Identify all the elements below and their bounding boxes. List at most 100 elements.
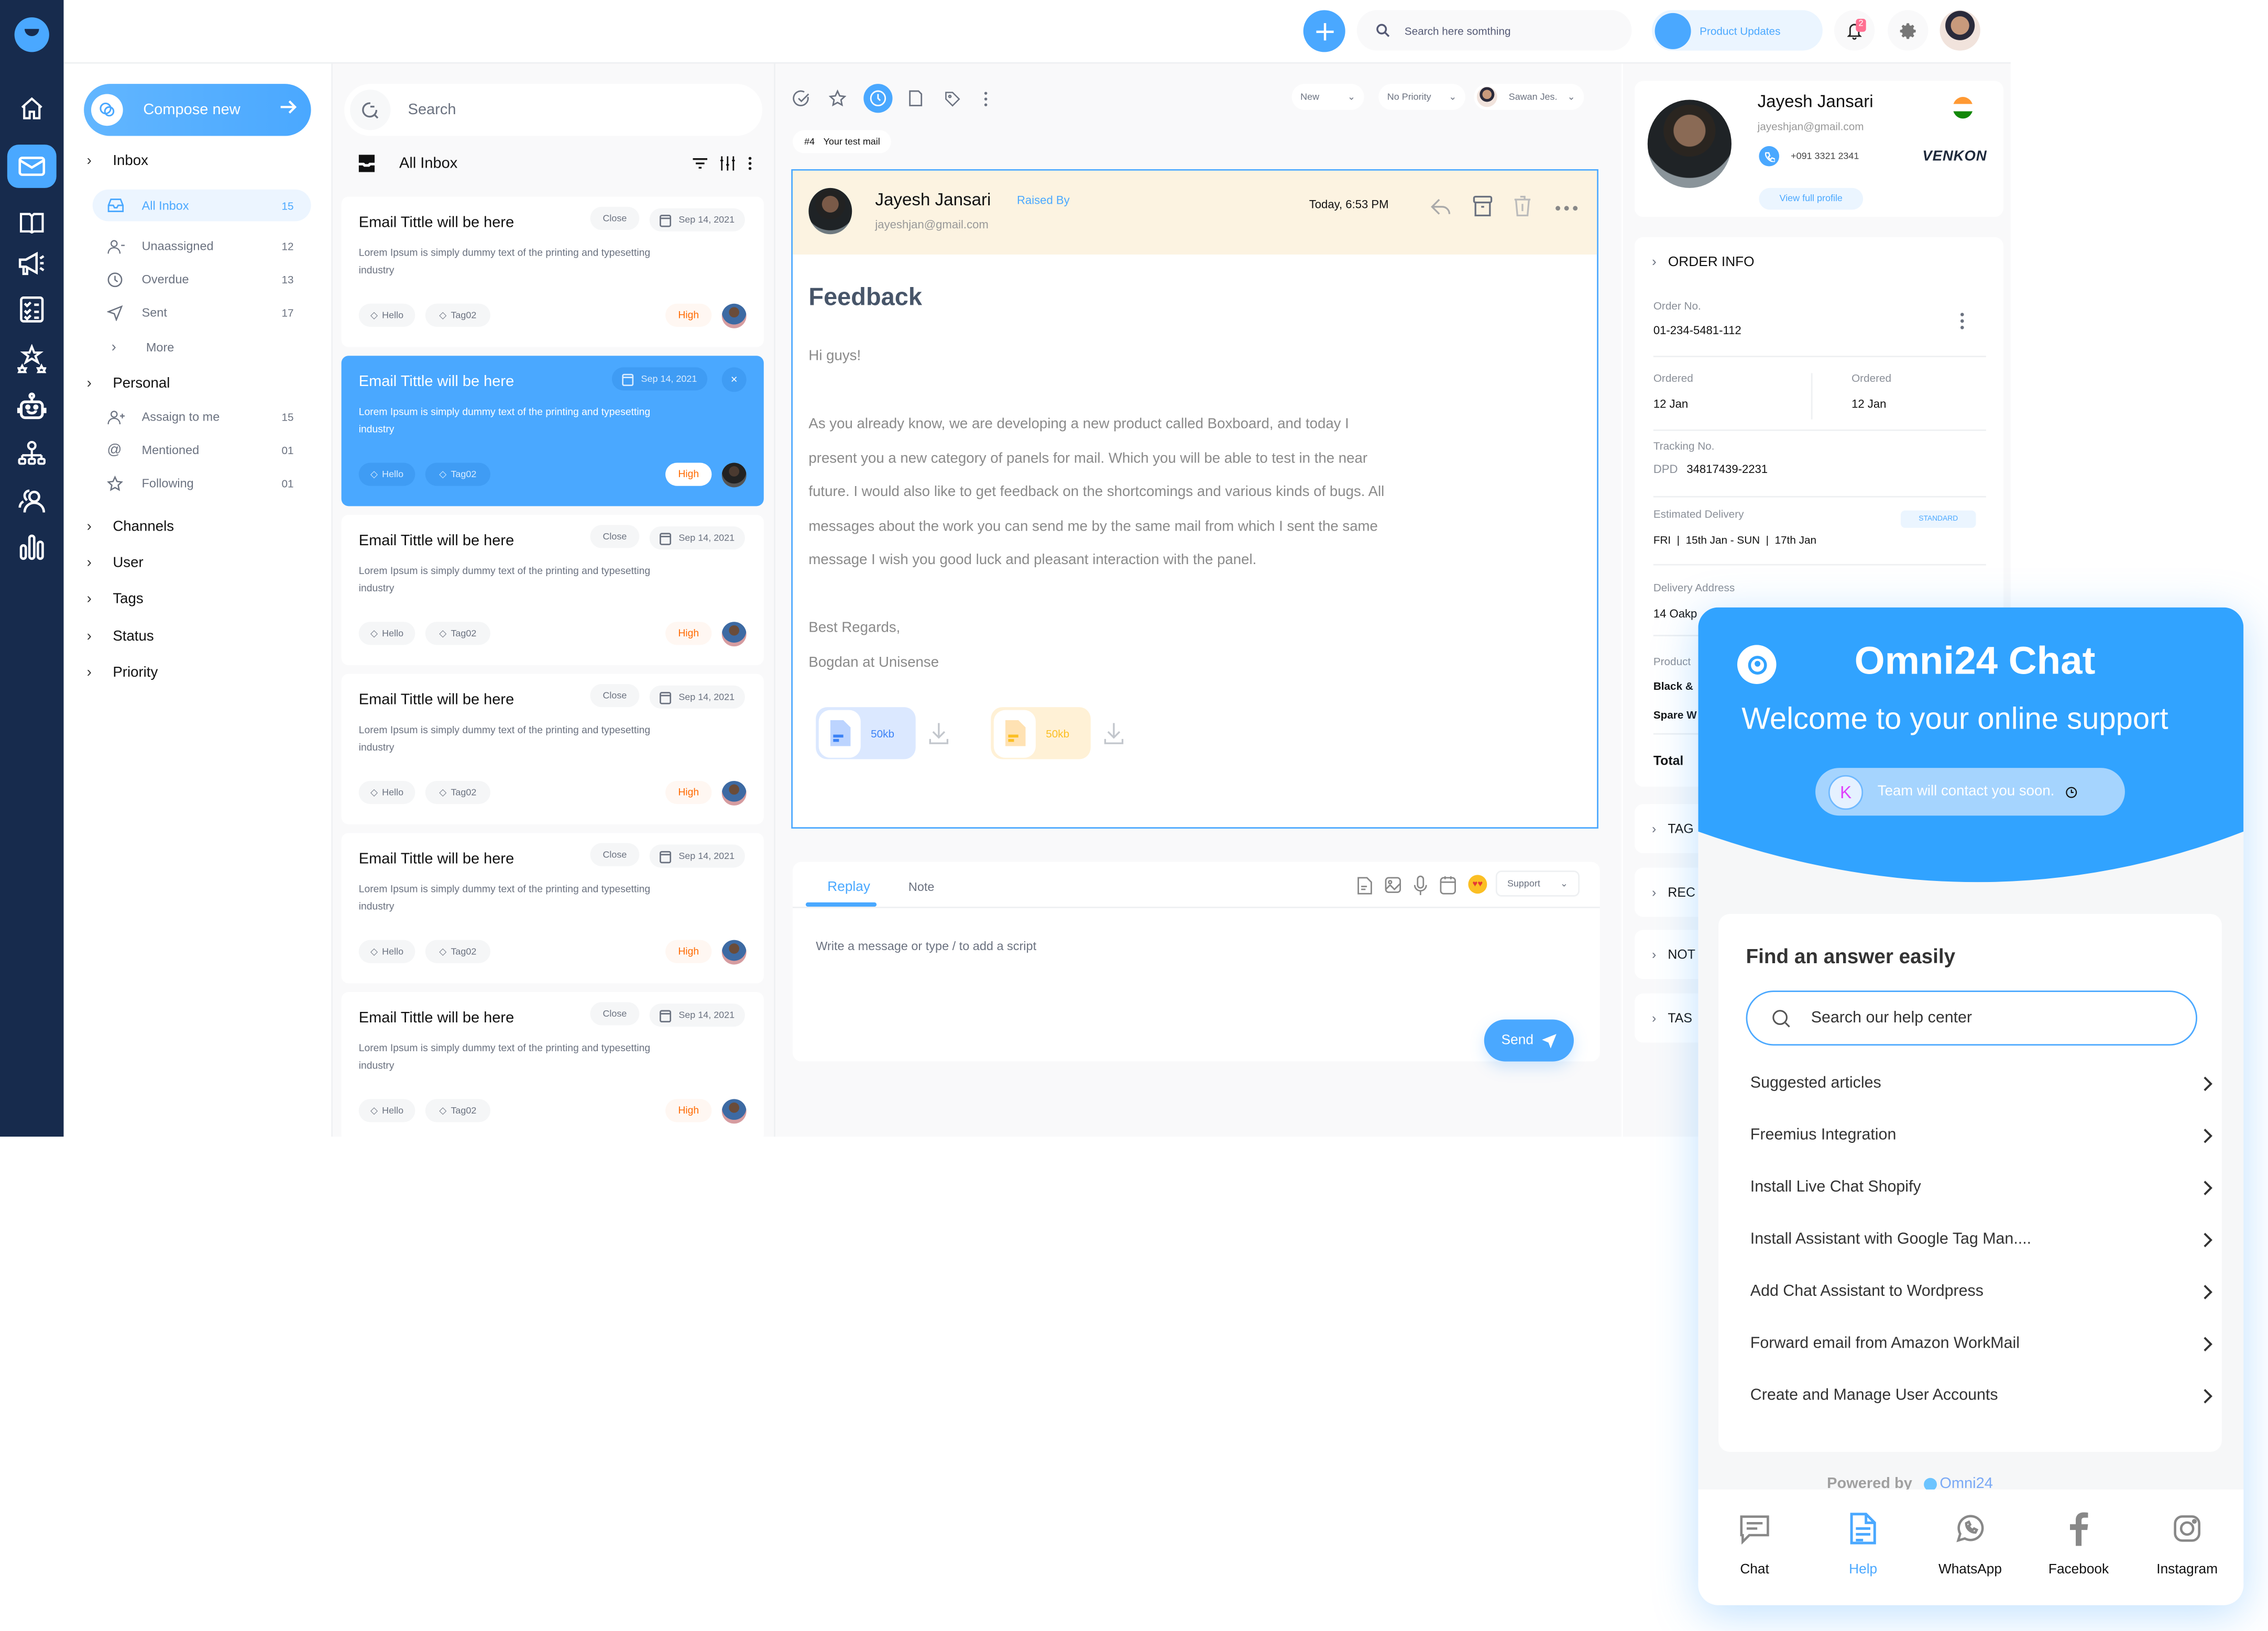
nav-item-all-inbox[interactable]: All Inbox 15 (92, 189, 311, 222)
email-status-badge[interactable]: Close (590, 843, 640, 866)
sender-avatar[interactable] (808, 188, 852, 235)
tab-chat[interactable]: Chat (1703, 1507, 1807, 1578)
email-search-input[interactable]: Search (344, 84, 763, 136)
tag-chip[interactable]: ◇ Tag02 (425, 622, 490, 645)
priority-dropdown[interactable]: No Priority ⌄ (1378, 84, 1465, 110)
emoji-icon[interactable]: ♥♥ (1468, 875, 1487, 894)
book-icon[interactable] (15, 205, 49, 240)
checklist-icon[interactable] (15, 292, 49, 327)
document-icon[interactable] (1357, 876, 1373, 895)
email-card[interactable]: Email Tittle will be here Lorem Ipsum is … (341, 992, 764, 1143)
view-full-profile-button[interactable]: View full profile (1759, 188, 1864, 210)
global-search-input[interactable]: Search here somthing (1356, 10, 1632, 51)
nav-group-status[interactable]: › Status (87, 629, 154, 645)
help-article-link[interactable]: Create and Manage User Accounts (1750, 1387, 2214, 1404)
assignee-avatar[interactable] (721, 622, 747, 647)
tag-chip[interactable]: ◇ Tag02 (425, 462, 490, 486)
email-card[interactable]: Email Tittle will be here Lorem Ipsum is … (341, 356, 764, 506)
tab-whatsapp[interactable]: WhatsApp (1918, 1507, 2022, 1578)
help-article-link[interactable]: Install Assistant with Google Tag Man...… (1750, 1231, 2214, 1248)
mail-icon[interactable] (7, 145, 57, 188)
assignee-avatar[interactable] (721, 462, 747, 488)
phone-icon[interactable] (1759, 146, 1780, 167)
tag-chip[interactable]: ◇ Tag02 (425, 940, 490, 963)
home-icon[interactable] (15, 91, 49, 126)
settings-button[interactable] (1888, 10, 1929, 51)
sender-name[interactable]: Jayesh Jansari (875, 190, 991, 210)
product-updates-button[interactable]: Product Updates (1652, 10, 1823, 51)
tab-instagram[interactable]: Instagram (2135, 1507, 2239, 1578)
email-card[interactable]: Email Tittle will be here Lorem Ipsum is … (341, 514, 764, 666)
reply-icon[interactable] (1431, 196, 1451, 217)
microphone-icon[interactable] (1413, 875, 1428, 896)
tracking-number[interactable]: 34817439-2231 (1686, 463, 1768, 476)
nav-item-mentioned[interactable]: @ Mentioned 01 (93, 434, 311, 466)
archive-icon[interactable] (1473, 195, 1493, 217)
help-search-input[interactable]: Search our help center (1746, 990, 2197, 1046)
tag-chip[interactable]: ◇ Tag02 (425, 1099, 490, 1122)
more-vertical-icon[interactable] (1960, 312, 1964, 329)
users-icon[interactable] (15, 483, 49, 517)
tag-icon[interactable] (940, 87, 963, 110)
tag-chip[interactable]: ◇ Tag02 (425, 303, 490, 327)
close-icon[interactable]: × (721, 367, 747, 392)
nav-group-user[interactable]: › User (87, 555, 144, 571)
assignee-avatar[interactable] (721, 303, 747, 328)
filter-icon[interactable] (693, 158, 708, 169)
email-card[interactable]: Email Tittle will be here Lorem Ipsum is … (341, 833, 764, 984)
notifications-button[interactable]: 2 (1834, 10, 1875, 51)
nav-item-more[interactable]: › More (93, 331, 311, 363)
help-article-link[interactable]: Freemius Integration (1750, 1127, 2214, 1144)
app-logo[interactable] (14, 17, 49, 52)
archive-note-icon[interactable] (904, 87, 927, 110)
snooze-clock-icon[interactable] (863, 84, 893, 113)
email-status-badge[interactable]: Close (590, 684, 640, 708)
user-avatar[interactable] (1940, 10, 1980, 51)
tab-note[interactable]: Note (908, 879, 935, 894)
nav-group-personal[interactable]: › Personal (87, 376, 170, 392)
order-info-header[interactable]: › ORDER INFO (1652, 255, 1755, 270)
assignee-dropdown[interactable]: Sawan Jes. ⌄ (1474, 84, 1584, 110)
tag-chip[interactable]: ◇ Hello (358, 940, 415, 963)
mark-done-icon[interactable] (790, 87, 813, 110)
tab-help[interactable]: Help (1811, 1507, 1915, 1578)
hierarchy-icon[interactable] (15, 437, 49, 471)
stars-icon[interactable] (15, 341, 49, 376)
nav-item-following[interactable]: Following 01 (93, 467, 311, 499)
bar-chart-icon[interactable] (15, 530, 49, 564)
status-dropdown[interactable]: New ⌄ (1291, 84, 1364, 110)
attachment-2[interactable]: 50kb (991, 707, 1091, 759)
nav-group-inbox[interactable]: › Inbox (87, 153, 148, 169)
tag-chip[interactable]: ◇ Hello (358, 303, 415, 327)
tag-chip[interactable]: ◇ Hello (358, 780, 415, 805)
nav-group-channels[interactable]: › Channels (87, 519, 174, 535)
compose-new-button[interactable]: Compose new (84, 84, 311, 136)
suggested-articles-row[interactable]: Suggested articles (1750, 1074, 2214, 1092)
email-card[interactable]: Email Tittle will be here Lorem Ipsum is … (341, 674, 764, 824)
nav-item-assign-to-me[interactable]: Assaign to me 15 (93, 401, 311, 433)
tag-chip[interactable]: ◇ Hello (358, 622, 415, 645)
tag-chip[interactable]: ◇ Tag02 (425, 780, 490, 805)
tag-chip[interactable]: ◇ Hello (358, 1099, 415, 1122)
star-icon[interactable] (826, 87, 849, 110)
tab-replay[interactable]: Replay (827, 879, 870, 895)
nav-item-overdue[interactable]: Overdue 13 (93, 263, 311, 295)
assignee-avatar[interactable] (721, 1099, 747, 1124)
more-horizontal-icon[interactable] (1555, 205, 1578, 211)
more-vertical-icon[interactable] (748, 156, 752, 171)
sliders-icon[interactable] (720, 156, 735, 171)
nav-group-priority[interactable]: › Priority (87, 665, 158, 681)
help-article-link[interactable]: Install Live Chat Shopify (1750, 1178, 2214, 1196)
image-icon[interactable] (1384, 876, 1401, 894)
assignee-avatar[interactable] (721, 780, 747, 806)
trash-icon[interactable] (1513, 195, 1532, 217)
help-article-link[interactable]: Forward email from Amazon WorkMail (1750, 1335, 2214, 1352)
email-status-badge[interactable]: Close (590, 525, 640, 548)
reply-input[interactable]: Write a message or type / to add a scrip… (816, 939, 1036, 953)
nav-group-tags[interactable]: › Tags (87, 591, 144, 607)
tab-facebook[interactable]: Facebook (2026, 1507, 2131, 1578)
email-status-badge[interactable]: Close (590, 206, 640, 230)
team-select[interactable]: Support ⌄ (1495, 870, 1580, 897)
calendar-icon[interactable] (1439, 875, 1456, 895)
email-card[interactable]: Email Tittle will be here Lorem Ipsum is … (341, 196, 764, 347)
